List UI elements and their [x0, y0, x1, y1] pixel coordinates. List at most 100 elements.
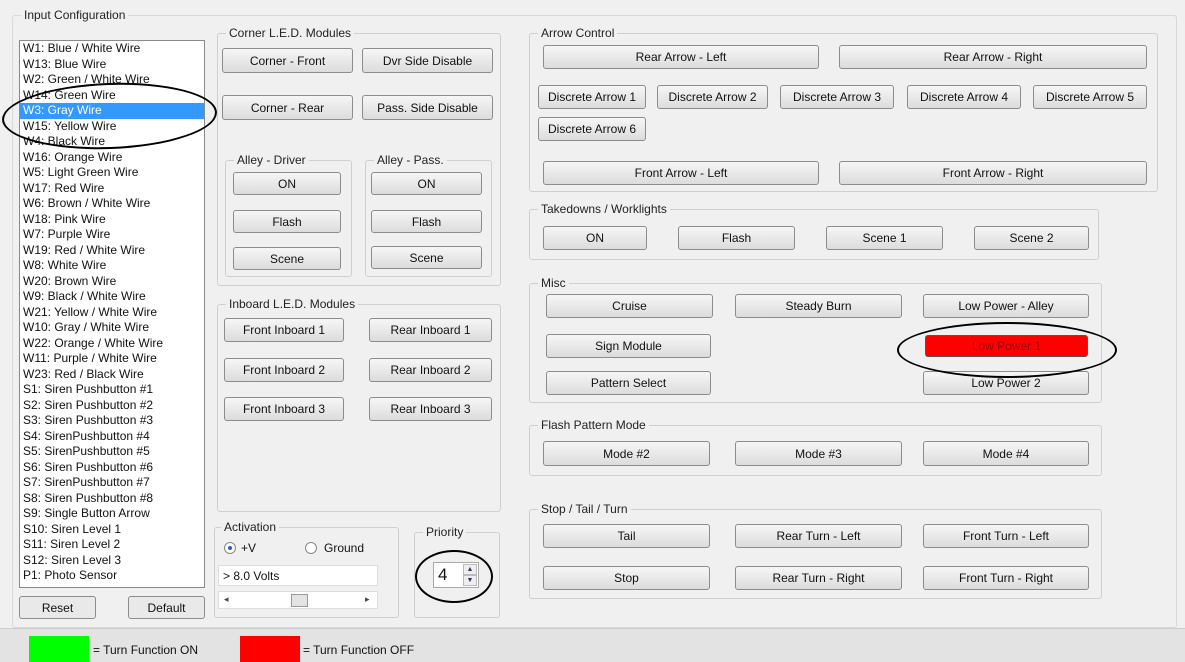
alley-pass-scene-button[interactable]: Scene — [371, 246, 482, 269]
default-button[interactable]: Default — [128, 596, 205, 619]
priority-spinner[interactable]: 4 ▲ ▼ — [433, 562, 479, 588]
steady-burn-button[interactable]: Steady Burn — [735, 294, 902, 318]
turn-on-label: = Turn Function ON — [93, 643, 199, 657]
wire-list-item[interactable]: W4: Black Wire — [20, 134, 204, 150]
slider-thumb[interactable] — [291, 594, 308, 607]
wire-list-item[interactable]: W21: Yellow / White Wire — [20, 305, 204, 321]
rear-inboard-2-button[interactable]: Rear Inboard 2 — [369, 358, 492, 382]
wire-list-item[interactable]: W14: Green Wire — [20, 88, 204, 104]
wire-list-item[interactable]: W6: Brown / White Wire — [20, 196, 204, 212]
wire-list-item[interactable]: S11: Siren Level 2 — [20, 537, 204, 553]
tail-button[interactable]: Tail — [543, 524, 710, 548]
priority-value[interactable]: 4 — [438, 565, 447, 585]
wire-list-item[interactable]: W8: White Wire — [20, 258, 204, 274]
wire-list-item[interactable]: W23: Red / Black Wire — [20, 367, 204, 383]
discrete-arrow-6-button[interactable]: Discrete Arrow 6 — [538, 117, 646, 141]
reset-button[interactable]: Reset — [19, 596, 96, 619]
wire-list-item[interactable]: W18: Pink Wire — [20, 212, 204, 228]
wire-list-item[interactable]: S2: Siren Pushbutton #2 — [20, 398, 204, 414]
wire-list-item[interactable]: W1: Blue / White Wire — [20, 41, 204, 57]
rear-arrow-left-button[interactable]: Rear Arrow - Left — [543, 45, 819, 69]
wire-list-item[interactable]: W5: Light Green Wire — [20, 165, 204, 181]
wire-list-item[interactable]: W20: Brown Wire — [20, 274, 204, 290]
low-power-2-button[interactable]: Low Power 2 — [923, 371, 1089, 395]
wire-list-item[interactable]: P1: Photo Sensor — [20, 568, 204, 584]
low-power-1-button[interactable]: Low Power 1 — [925, 335, 1088, 357]
takedowns-on-button[interactable]: ON — [543, 226, 647, 250]
sign-module-button[interactable]: Sign Module — [546, 334, 711, 358]
wire-list-item[interactable]: W2: Green / White Wire — [20, 72, 204, 88]
wire-list-item[interactable]: S3: Siren Pushbutton #3 — [20, 413, 204, 429]
voltage-display: > 8.0 Volts — [218, 565, 378, 586]
cruise-button[interactable]: Cruise — [546, 294, 713, 318]
stop-button[interactable]: Stop — [543, 566, 710, 590]
wire-list-item[interactable]: W7: Purple Wire — [20, 227, 204, 243]
alley-driver-on-button[interactable]: ON — [233, 172, 341, 195]
wire-list-item[interactable]: S7: SirenPushbutton #7 — [20, 475, 204, 491]
discrete-arrow-3-button[interactable]: Discrete Arrow 3 — [780, 85, 894, 109]
wire-list-item[interactable]: W16: Orange Wire — [20, 150, 204, 166]
front-turn-left-button[interactable]: Front Turn - Left — [923, 524, 1089, 548]
wire-list-item[interactable]: S4: SirenPushbutton #4 — [20, 429, 204, 445]
arrow-control-title: Arrow Control — [538, 26, 618, 40]
pass-side-disable-button[interactable]: Pass. Side Disable — [362, 95, 493, 120]
wire-list-item[interactable]: S10: Siren Level 1 — [20, 522, 204, 538]
mode-4-button[interactable]: Mode #4 — [923, 441, 1089, 466]
alley-pass-on-button[interactable]: ON — [371, 172, 482, 195]
mode-2-button[interactable]: Mode #2 — [543, 441, 710, 466]
rear-turn-left-button[interactable]: Rear Turn - Left — [735, 524, 902, 548]
takedowns-scene-1-button[interactable]: Scene 1 — [826, 226, 943, 250]
corner-rear-button[interactable]: Corner - Rear — [222, 95, 353, 120]
takedowns-scene-2-button[interactable]: Scene 2 — [974, 226, 1089, 250]
front-arrow-right-button[interactable]: Front Arrow - Right — [839, 161, 1147, 185]
voltage-slider[interactable]: ◂ ▸ — [218, 591, 378, 609]
pattern-select-button[interactable]: Pattern Select — [546, 371, 711, 395]
alley-driver-scene-button[interactable]: Scene — [233, 247, 341, 270]
turn-off-label: = Turn Function OFF — [303, 643, 415, 657]
alley-driver-flash-button[interactable]: Flash — [233, 210, 341, 233]
wire-list-item[interactable]: W13: Blue Wire — [20, 57, 204, 73]
wire-list-item[interactable]: S1: Siren Pushbutton #1 — [20, 382, 204, 398]
plus-v-radio[interactable] — [224, 542, 236, 554]
rear-turn-right-button[interactable]: Rear Turn - Right — [735, 566, 902, 590]
ground-radio[interactable] — [305, 542, 317, 554]
wire-list-item[interactable]: W3: Gray Wire — [20, 103, 204, 119]
front-turn-right-button[interactable]: Front Turn - Right — [923, 566, 1089, 590]
front-inboard-2-button[interactable]: Front Inboard 2 — [224, 358, 344, 382]
wire-list-item[interactable]: S9: Single Button Arrow — [20, 506, 204, 522]
takedowns-flash-button[interactable]: Flash — [678, 226, 795, 250]
rear-arrow-right-button[interactable]: Rear Arrow - Right — [839, 45, 1147, 69]
discrete-arrow-4-button[interactable]: Discrete Arrow 4 — [907, 85, 1021, 109]
wire-list-item[interactable]: W19: Red / White Wire — [20, 243, 204, 259]
corner-front-button[interactable]: Corner - Front — [222, 48, 353, 73]
rear-inboard-3-button[interactable]: Rear Inboard 3 — [369, 397, 492, 421]
dvr-side-disable-button[interactable]: Dvr Side Disable — [362, 48, 493, 73]
wire-list[interactable]: W1: Blue / White Wire W13: Blue Wire W2: G… — [19, 40, 205, 588]
wire-list-item[interactable]: W9: Black / White Wire — [20, 289, 204, 305]
discrete-arrow-1-button[interactable]: Discrete Arrow 1 — [538, 85, 646, 109]
wire-list-item[interactable]: W11: Purple / White Wire — [20, 351, 204, 367]
inboard-led-title: Inboard L.E.D. Modules — [226, 297, 359, 311]
mode-3-button[interactable]: Mode #3 — [735, 441, 902, 466]
priority-down-icon[interactable]: ▼ — [463, 575, 477, 586]
alley-driver-title: Alley - Driver — [234, 153, 309, 167]
wire-list-item[interactable]: W15: Yellow Wire — [20, 119, 204, 135]
priority-up-icon[interactable]: ▲ — [463, 564, 477, 575]
wire-list-item[interactable]: W17: Red Wire — [20, 181, 204, 197]
wire-list-item[interactable]: W10: Gray / White Wire — [20, 320, 204, 336]
rear-inboard-1-button[interactable]: Rear Inboard 1 — [369, 318, 492, 342]
wire-list-item[interactable]: S6: Siren Pushbutton #6 — [20, 460, 204, 476]
front-inboard-1-button[interactable]: Front Inboard 1 — [224, 318, 344, 342]
alley-pass-flash-button[interactable]: Flash — [371, 210, 482, 233]
wire-list-item[interactable]: S12: Siren Level 3 — [20, 553, 204, 569]
discrete-arrow-2-button[interactable]: Discrete Arrow 2 — [657, 85, 768, 109]
slider-right-arrow-icon[interactable]: ▸ — [365, 594, 370, 605]
wire-list-item[interactable]: W22: Orange / White Wire — [20, 336, 204, 352]
wire-list-item[interactable]: S8: Siren Pushbutton #8 — [20, 491, 204, 507]
low-power-alley-button[interactable]: Low Power - Alley — [923, 294, 1089, 318]
slider-left-arrow-icon[interactable]: ◂ — [224, 594, 229, 605]
front-arrow-left-button[interactable]: Front Arrow - Left — [543, 161, 819, 185]
discrete-arrow-5-button[interactable]: Discrete Arrow 5 — [1033, 85, 1147, 109]
front-inboard-3-button[interactable]: Front Inboard 3 — [224, 397, 344, 421]
wire-list-item[interactable]: S5: SirenPushbutton #5 — [20, 444, 204, 460]
